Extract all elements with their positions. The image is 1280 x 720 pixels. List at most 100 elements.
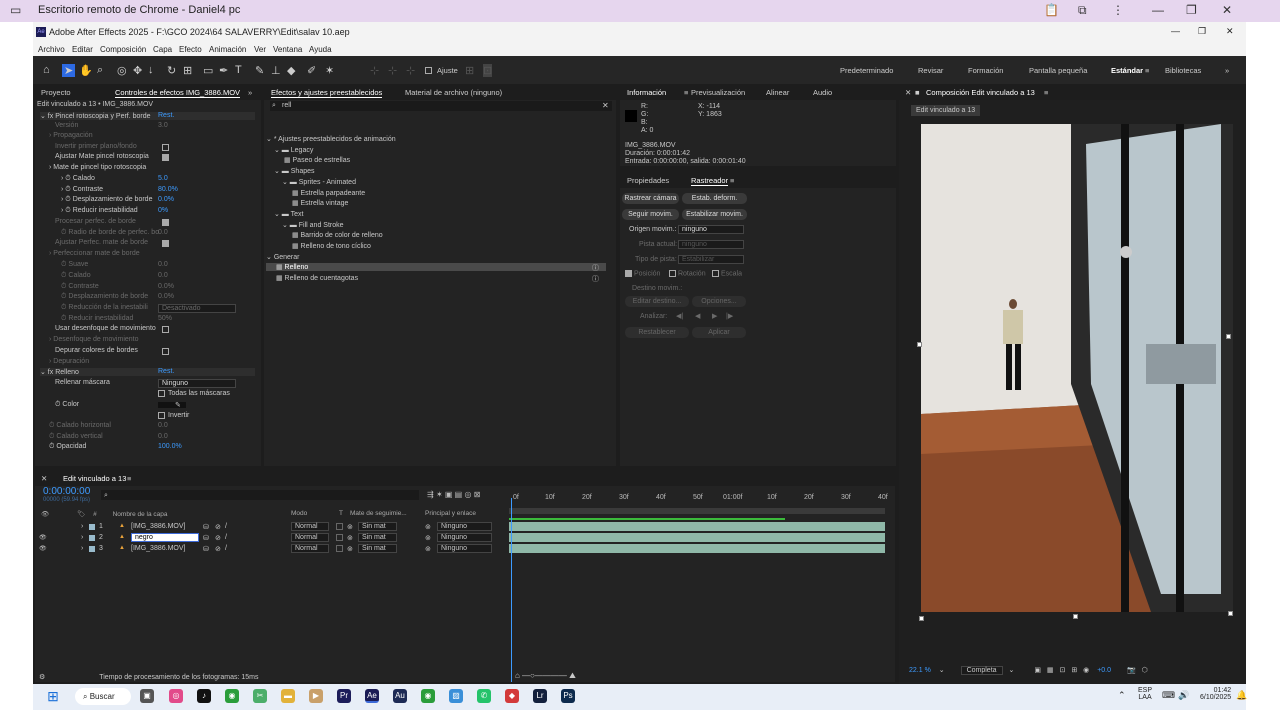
orbit-tool-icon[interactable]: ◎	[117, 64, 127, 77]
effect-row-value[interactable]: 0.0%	[158, 196, 174, 203]
motion-blur-icon[interactable]: ◎	[464, 490, 471, 499]
preset-item[interactable]: ⌄ ▬ Text	[266, 210, 606, 218]
tab-audio[interactable]: Audio	[813, 88, 832, 97]
menu-capa[interactable]: Capa	[153, 45, 172, 54]
effect-row-value[interactable]: 3.0	[158, 122, 168, 129]
show-snapshot-icon[interactable]: ⬡	[1142, 667, 1148, 674]
layer-collapse-icon[interactable]: ⊘	[215, 534, 221, 542]
effect-checkbox[interactable]	[162, 348, 169, 355]
analyze-forward-icon[interactable]: ▶	[712, 312, 717, 320]
preset-item[interactable]: ▦ Estrella vintage	[266, 199, 606, 207]
after-effects-taskbar-icon[interactable]: Ae	[365, 689, 379, 703]
fx-toggle-icon[interactable]: ⌄ fx	[40, 369, 55, 376]
menu-ayuda[interactable]: Ayuda	[309, 45, 332, 54]
zoom-dropdown-icon[interactable]: ⌄	[939, 667, 945, 674]
layer-shy-icon[interactable]: ⛁	[203, 545, 209, 553]
preset-item[interactable]: ▦ Relleno de cuentagotas ⓘ	[266, 274, 606, 283]
timeline-zoom[interactable]: ⌂ —○———— ⛰	[515, 671, 576, 681]
pen-tool-icon[interactable]: ✒	[219, 64, 228, 77]
effect-checkbox[interactable]	[162, 144, 169, 151]
scale-option[interactable]: Escala	[712, 270, 742, 277]
region-icon[interactable]: ▣	[1034, 667, 1041, 674]
effect-row[interactable]: Invertir primer plano/fondo	[55, 143, 255, 151]
effect-row-value[interactable]: 5.0	[158, 175, 168, 182]
analyze-back-frames-icon[interactable]: ◀|	[676, 312, 683, 320]
dolly-tool-icon[interactable]: ↓	[148, 64, 154, 76]
layer-bar-2[interactable]	[509, 533, 885, 542]
premiere-icon[interactable]: Pr	[337, 689, 351, 703]
effect-row[interactable]: ⏱ Calado 0.0	[61, 272, 255, 280]
effect-row[interactable]: ⏱ Calado vertical 0.0	[49, 433, 255, 441]
layer-expand-icon[interactable]: ›	[81, 545, 83, 552]
app-close-icon[interactable]: ✕	[1226, 26, 1234, 37]
chrome-icon[interactable]: ◉	[225, 689, 239, 703]
tab-timeline[interactable]: Edit vinculado a 13	[63, 474, 126, 483]
workspace-revisar[interactable]: Revisar	[918, 66, 943, 75]
workspace-menu-icon[interactable]: ≡	[1145, 66, 1149, 75]
exposure-value[interactable]: +0.0	[1097, 667, 1111, 674]
preset-item[interactable]: ▦ Paseo de estrellas	[266, 156, 606, 164]
roto-brush-tool-icon[interactable]: ✐	[307, 64, 316, 77]
effect-row[interactable]: ⏱ Color ✎	[55, 401, 255, 409]
windows-start-icon[interactable]: ⊞	[46, 689, 60, 703]
extension-icon[interactable]: ⧉	[1078, 3, 1087, 18]
effect-row[interactable]: ⏱ Desplazamiento de borde 0.0%	[61, 293, 255, 301]
layer-collapse-icon[interactable]: ⊘	[215, 545, 221, 553]
effect-row-value[interactable]: 0.0%	[158, 283, 174, 290]
layer-collapse-icon[interactable]: ⊘	[215, 523, 221, 531]
taskbar-search[interactable]: ⌕ Buscar	[75, 688, 131, 705]
track-motion-button[interactable]: Seguir movim.	[622, 209, 679, 220]
effect-row[interactable]: ⏱ Opacidad 100.0%	[49, 443, 255, 451]
snapshot-icon[interactable]: 📷	[1127, 667, 1136, 674]
layer-bar-3[interactable]	[509, 544, 885, 553]
transform-handle-bottom[interactable]	[1073, 614, 1078, 619]
effect-row[interactable]: › Propagación	[49, 132, 255, 139]
layer-quality-icon[interactable]: /	[225, 534, 227, 541]
home-icon[interactable]: ⌂	[43, 64, 50, 76]
track-camera-button[interactable]: Rastrear cámara	[622, 193, 679, 204]
tab-effect-controls[interactable]: Controles de efectos IMG_3886.MOV	[115, 88, 241, 98]
layer-track-matte-dropdown[interactable]: Sin mat	[358, 522, 397, 531]
photos-icon[interactable]: ▨	[449, 689, 463, 703]
layer-mode-dropdown[interactable]: Normal	[291, 544, 329, 553]
effect-row[interactable]: ⌄ fx Pincel rotoscopia y Perf. borde Rest…	[40, 112, 255, 120]
effect-row-value[interactable]: Desactivado	[158, 304, 236, 313]
header-name[interactable]: Nombre de la capa	[113, 511, 168, 518]
track-matte-pickwhip-icon[interactable]: ⊚	[347, 523, 353, 531]
fx-toggle-icon[interactable]: ⌄ fx	[40, 113, 55, 120]
effect-row-value[interactable]: Rest.	[158, 368, 174, 375]
effect-row[interactable]: Versión 3.0	[55, 122, 255, 129]
network-icon[interactable]: ⌨	[1162, 690, 1175, 701]
layer-name[interactable]: negro	[131, 533, 199, 542]
layer-expand-icon[interactable]: ›	[81, 523, 83, 530]
effect-row[interactable]: Depurar colores de bordes	[55, 347, 255, 355]
edit-target-button[interactable]: Editar destino...	[625, 296, 689, 307]
layer-expand-icon[interactable]: ›	[81, 534, 83, 541]
transform-handle-bottom-right[interactable]	[1228, 611, 1233, 616]
anchor-tool-icon[interactable]: ⊞	[183, 64, 192, 77]
task-view-icon[interactable]: ▣	[140, 689, 154, 703]
tray-chevron-icon[interactable]: ⌃	[1118, 690, 1126, 701]
effect-row-value[interactable]: 0.0%	[158, 293, 174, 300]
file-explorer-icon[interactable]: ▬	[281, 689, 295, 703]
track-matte-pickwhip-icon[interactable]: ⊚	[347, 545, 353, 553]
parent-pickwhip-icon[interactable]: ⊚	[425, 523, 431, 531]
layer-bar-1[interactable]	[509, 522, 885, 531]
menu-ventana[interactable]: Ventana	[273, 45, 302, 54]
analyze-back-icon[interactable]: ◀	[695, 312, 700, 320]
preset-item[interactable]: ⌄ ▬ Fill and Stroke	[266, 221, 606, 229]
presets-search-field[interactable]: ⌕ rell ✕	[270, 101, 612, 111]
menu-ver[interactable]: Ver	[254, 45, 266, 54]
track-type-dropdown[interactable]: Estabilizar	[678, 255, 744, 264]
snap-checkbox[interactable]	[425, 67, 432, 74]
parent-pickwhip-icon[interactable]: ⊚	[425, 534, 431, 542]
workspace-predeterminado[interactable]: Predeterminado	[840, 66, 893, 75]
comp-flowchart-tag[interactable]: Edit vinculado a 13	[911, 105, 981, 116]
layer-label-color[interactable]	[89, 535, 95, 541]
position-option[interactable]: Posición	[625, 270, 660, 277]
eraser-tool-icon[interactable]: ◆	[287, 64, 295, 77]
parent-pickwhip-icon[interactable]: ⊚	[425, 545, 431, 553]
reset-button[interactable]: Restablecer	[625, 327, 689, 338]
app-icon-1[interactable]: ◎	[169, 689, 183, 703]
timecode[interactable]: 0:00:00:00	[43, 486, 90, 497]
